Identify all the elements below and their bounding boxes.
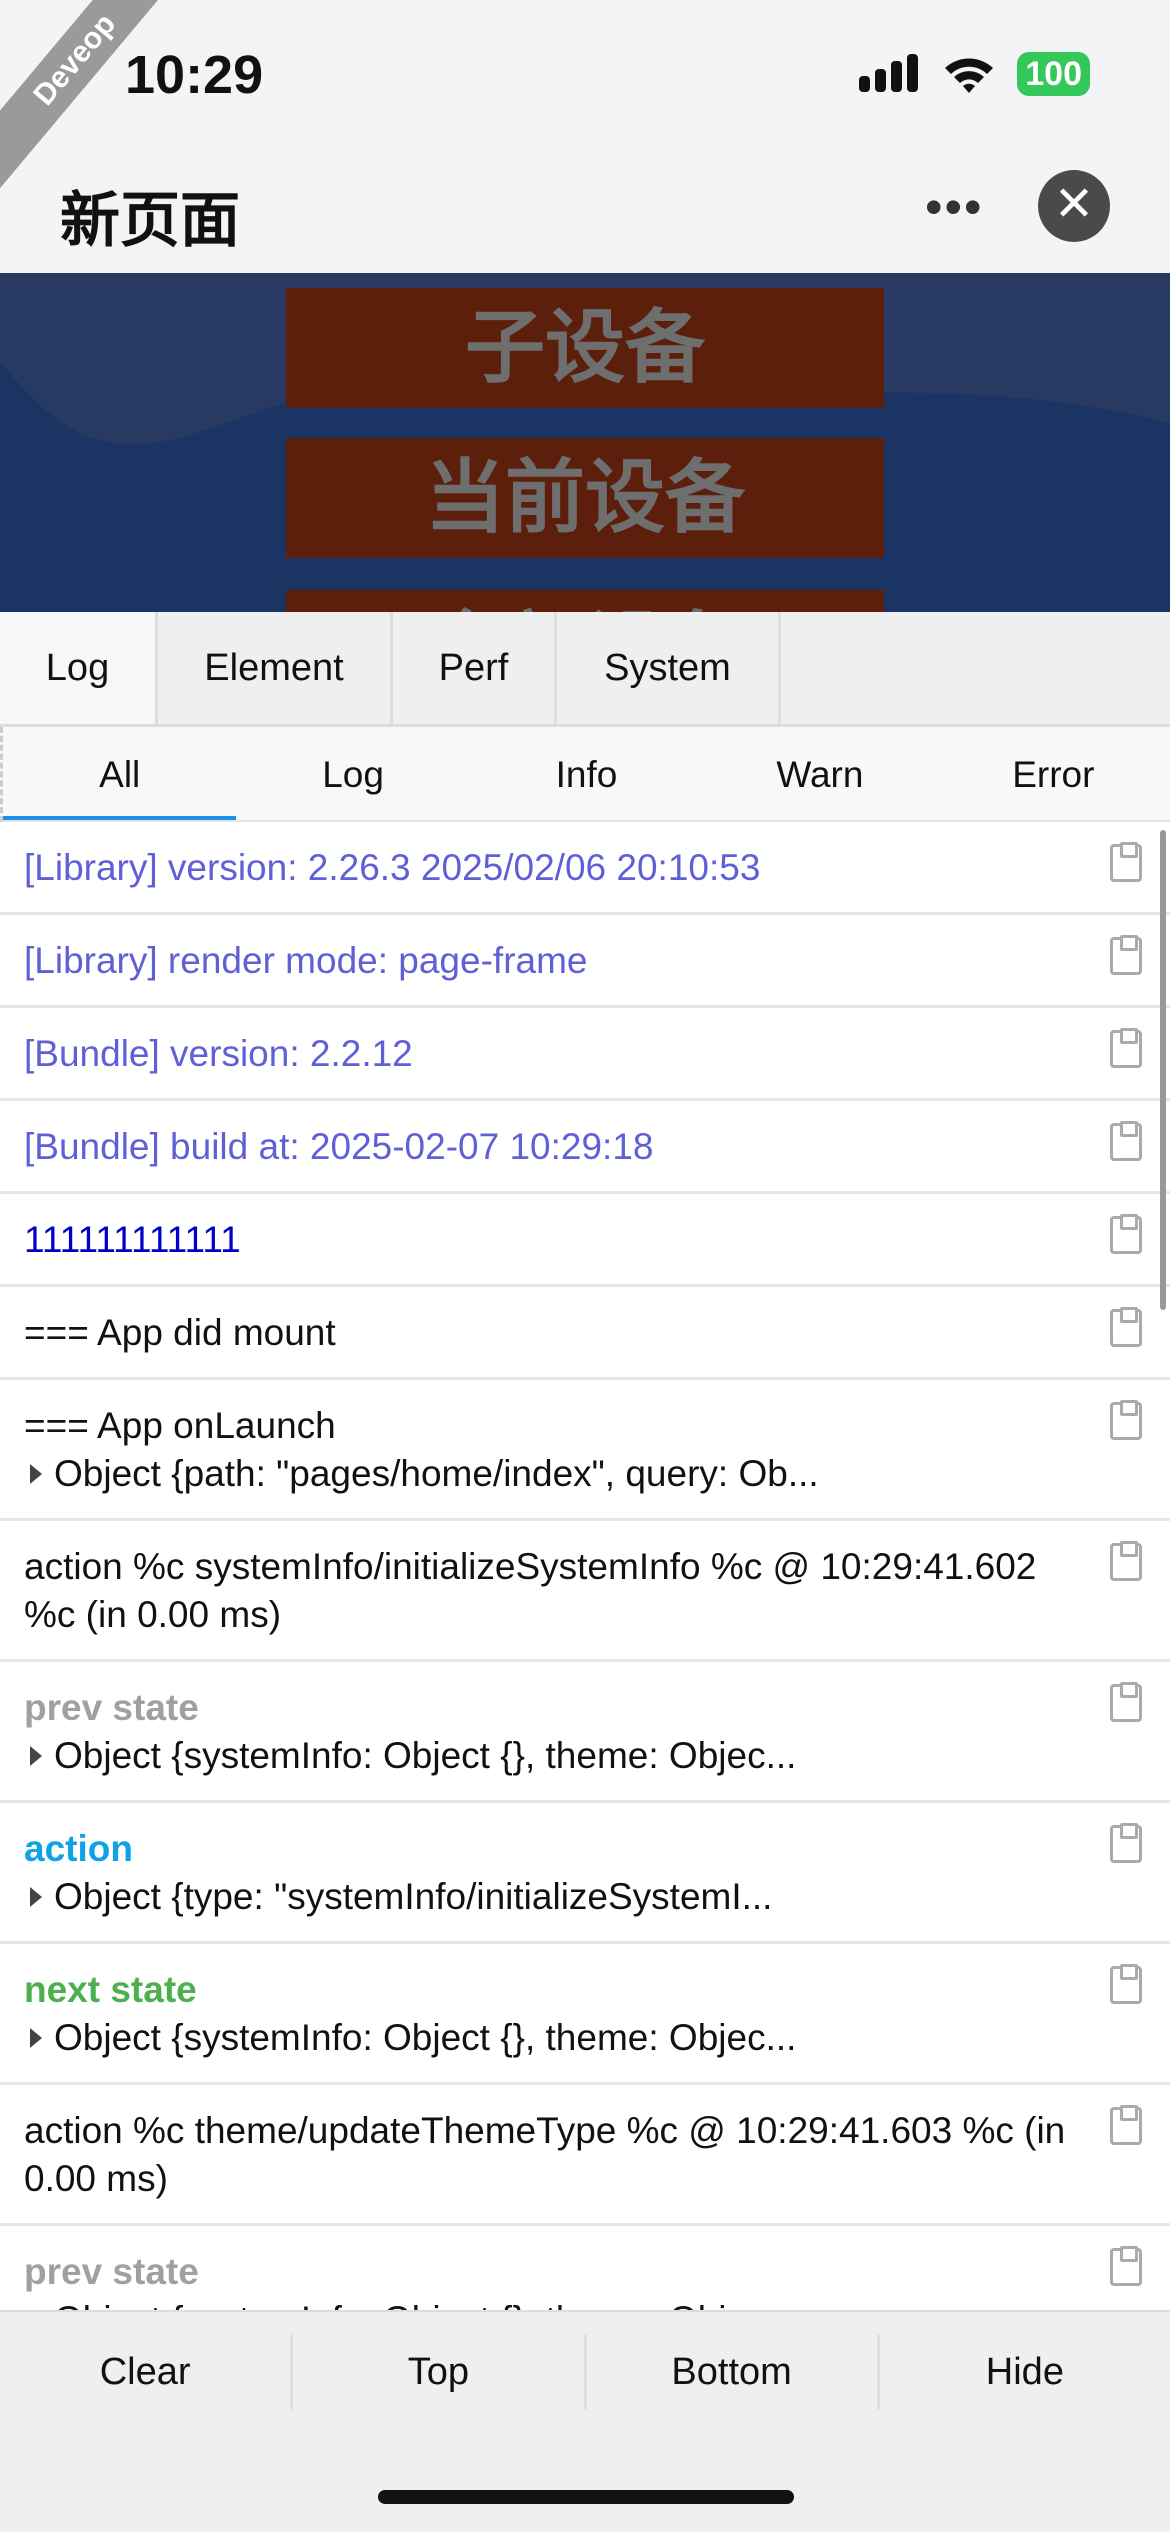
log-list: [Library] version: 2.26.3 2025/02/06 20:…: [0, 822, 1170, 2310]
log-entry: next state Object {systemInfo: Object {},…: [0, 1944, 1170, 2085]
status-time: 10:29: [125, 45, 264, 105]
log-object[interactable]: Object {type: "systemInfo/initializeSyst…: [24, 1873, 1070, 1921]
tab-perf[interactable]: Perf: [393, 612, 557, 724]
hide-button[interactable]: Hide: [880, 2335, 1170, 2409]
log-object[interactable]: Object {systemInfo: Object {}, theme: Ob…: [24, 2014, 1070, 2062]
clipboard-icon[interactable]: [1110, 935, 1142, 975]
log-message: 111111111111: [24, 1219, 241, 1260]
top-button[interactable]: Top: [293, 2335, 587, 2409]
battery-indicator: 100: [1017, 52, 1090, 96]
expand-triangle-icon[interactable]: [30, 1464, 42, 1484]
log-message: === App onLaunch: [24, 1405, 336, 1446]
log-message: action: [24, 1828, 133, 1869]
filter-error[interactable]: Error: [937, 727, 1170, 820]
signal-icon: [859, 54, 919, 92]
clipboard-icon[interactable]: [1110, 1541, 1142, 1581]
current-device-button[interactable]: 当前设备: [286, 438, 884, 558]
clipboard-icon[interactable]: [1110, 1682, 1142, 1722]
clipboard-icon[interactable]: [1110, 1400, 1142, 1440]
clipboard-icon[interactable]: [1110, 842, 1142, 882]
log-object[interactable]: Object {systemInfo: Object {}, theme: Ob…: [24, 2296, 1070, 2310]
page-title: 新页面: [60, 187, 240, 254]
filter-all[interactable]: All: [3, 727, 237, 820]
expand-triangle-icon[interactable]: [30, 1887, 42, 1907]
sub-device-button[interactable]: 子设备: [286, 288, 884, 408]
tab-system[interactable]: System: [557, 612, 781, 724]
log-entry: [Bundle] version: 2.2.12: [0, 1008, 1170, 1101]
close-button[interactable]: ✕: [1038, 170, 1110, 242]
clipboard-icon[interactable]: [1110, 1028, 1142, 1068]
status-icons: 100: [859, 52, 1090, 96]
log-message: [Library] render mode: page-frame: [24, 940, 588, 981]
log-entry: action Object {type: "systemInfo/initiali…: [0, 1803, 1170, 1944]
wifi-icon: [945, 58, 994, 93]
filter-log[interactable]: Log: [236, 727, 469, 820]
more-menu-button[interactable]: •••: [925, 178, 984, 236]
clipboard-icon[interactable]: [1110, 2105, 1142, 2145]
clear-button[interactable]: Clear: [0, 2335, 294, 2409]
object-preview: Object {path: "pages/home/index", query:…: [54, 1453, 819, 1494]
page-banner: 子设备 当前设备 全部设备: [0, 273, 1170, 612]
log-entry: === App did mount: [0, 1287, 1170, 1380]
clipboard-icon[interactable]: [1110, 1964, 1142, 2004]
log-message: [Bundle] version: 2.2.12: [24, 1033, 413, 1074]
tab-log[interactable]: Log: [0, 612, 158, 724]
log-message: prev state: [24, 2251, 199, 2292]
log-message: next state: [24, 1969, 197, 2010]
object-preview: Object {type: "systemInfo/initializeSyst…: [54, 1876, 773, 1917]
home-indicator: [378, 2490, 794, 2504]
log-entry: [Bundle] build at: 2025-02-07 10:29:18: [0, 1101, 1170, 1194]
clipboard-icon[interactable]: [1110, 2246, 1142, 2286]
clipboard-icon[interactable]: [1110, 1214, 1142, 1254]
scrollbar[interactable]: [1160, 830, 1166, 1310]
log-object[interactable]: Object {path: "pages/home/index", query:…: [24, 1450, 1070, 1498]
expand-triangle-icon[interactable]: [30, 1746, 42, 1766]
log-message: prev state: [24, 1687, 199, 1728]
all-devices-button[interactable]: 全部设备: [286, 590, 884, 612]
log-message: === App did mount: [24, 1312, 336, 1353]
log-entry: === App onLaunch Object {path: "pages/hom…: [0, 1380, 1170, 1521]
object-preview: Object {systemInfo: Object {}, theme: Ob…: [54, 2299, 796, 2310]
log-entry: [Library] version: 2.26.3 2025/02/06 20:…: [0, 822, 1170, 915]
bottom-button[interactable]: Bottom: [587, 2335, 880, 2409]
log-message: action %c theme/updateThemeType %c @ 10:…: [24, 2110, 1066, 2199]
filter-warn[interactable]: Warn: [703, 727, 936, 820]
filter-info[interactable]: Info: [470, 727, 703, 820]
log-entry: prev state Object {systemInfo: Object {},…: [0, 1662, 1170, 1803]
log-message: [Bundle] build at: 2025-02-07 10:29:18: [24, 1126, 654, 1167]
log-entry: action %c theme/updateThemeType %c @ 10:…: [0, 2085, 1170, 2226]
devtools-tabs: Log Element Perf System: [0, 612, 1170, 727]
log-entry: action %c systemInfo/initializeSystemInf…: [0, 1521, 1170, 1662]
clipboard-icon[interactable]: [1110, 1307, 1142, 1347]
log-object[interactable]: Object {systemInfo: Object {}, theme: Ob…: [24, 1732, 1070, 1780]
clipboard-icon[interactable]: [1110, 1823, 1142, 1863]
log-entry: prev state Object {systemInfo: Object {},…: [0, 2226, 1170, 2310]
object-preview: Object {systemInfo: Object {}, theme: Ob…: [54, 1735, 797, 1776]
log-entry: [Library] render mode: page-frame: [0, 915, 1170, 1008]
tab-element[interactable]: Element: [158, 612, 393, 724]
object-preview: Object {systemInfo: Object {}, theme: Ob…: [54, 2017, 797, 2058]
log-entry: 111111111111: [0, 1194, 1170, 1287]
expand-triangle-icon[interactable]: [30, 2028, 42, 2048]
log-message: action %c systemInfo/initializeSystemInf…: [24, 1546, 1037, 1635]
log-message: [Library] version: 2.26.3 2025/02/06 20:…: [24, 847, 761, 888]
clipboard-icon[interactable]: [1110, 1121, 1142, 1161]
log-filter-tabs: All Log Info Warn Error: [0, 727, 1170, 822]
